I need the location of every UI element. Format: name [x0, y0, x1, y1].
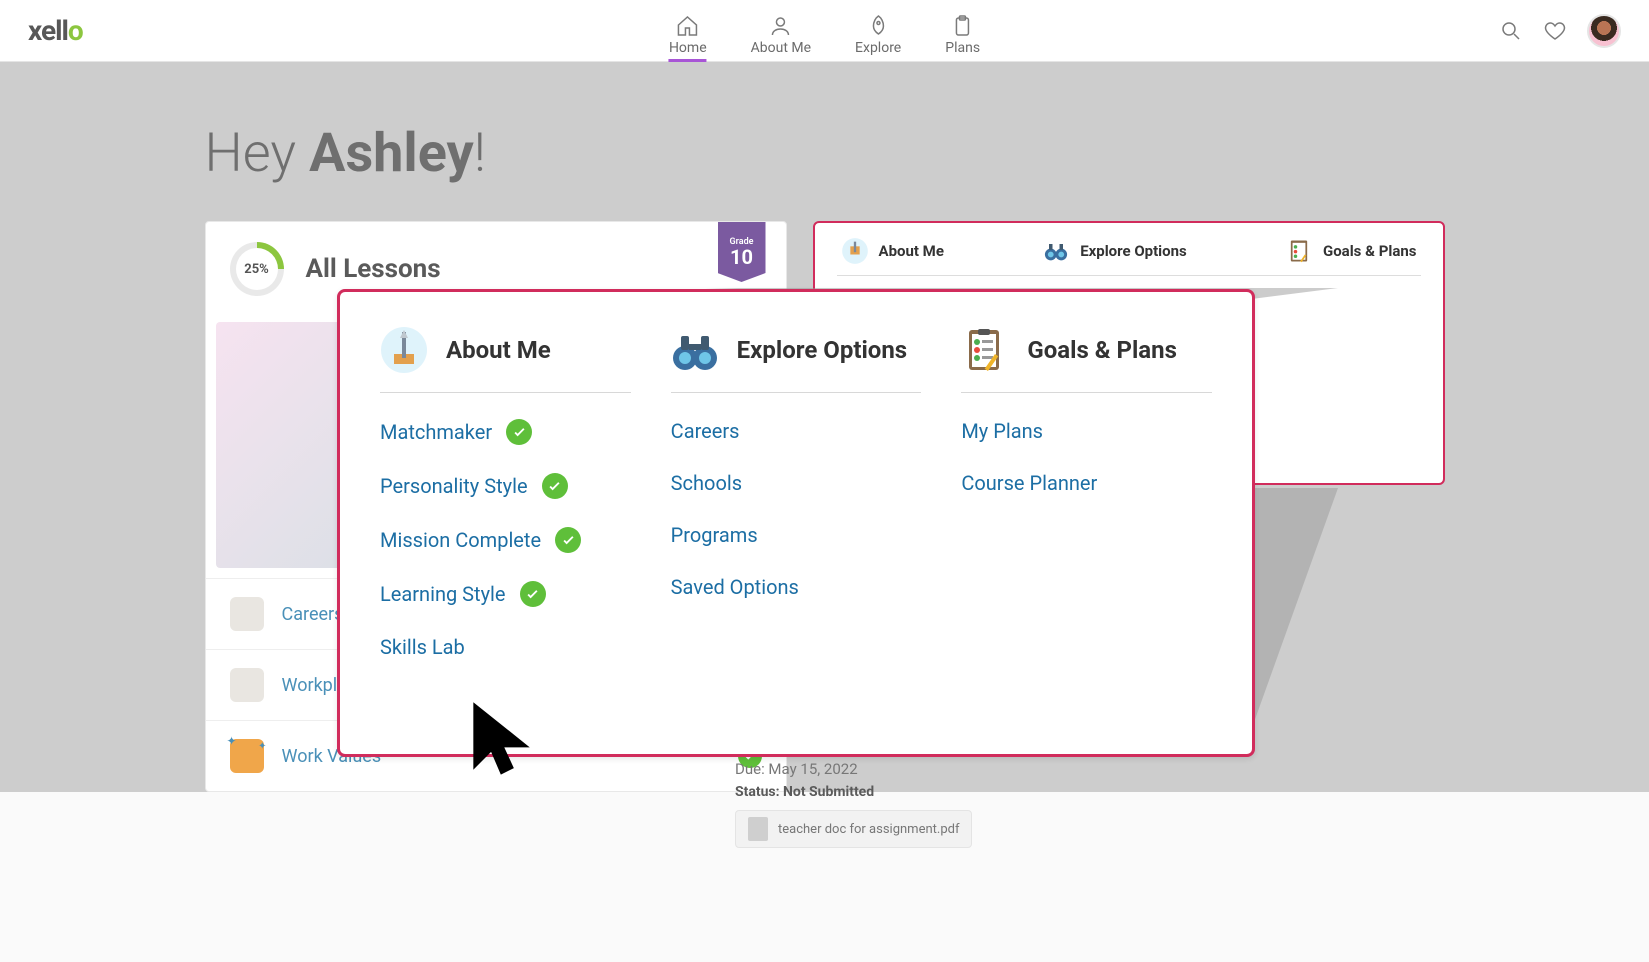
quick-about-me[interactable]: About Me	[841, 237, 944, 265]
check-icon	[555, 527, 581, 553]
popover-goals-head: Goals & Plans	[961, 326, 1212, 393]
checklist-icon	[961, 326, 1009, 374]
link-matchmaker[interactable]: Matchmaker	[380, 419, 631, 445]
grade-number: 10	[730, 247, 753, 267]
assignment-file-chip[interactable]: teacher doc for assignment.pdf	[735, 810, 972, 848]
popover-col-goals: Goals & Plans My Plans Course Planner	[961, 326, 1212, 687]
greeting: Hey Ashley!	[205, 122, 1445, 185]
nav-home[interactable]: Home	[669, 0, 707, 61]
about-me-icon	[841, 237, 869, 265]
home-icon	[676, 14, 700, 38]
assignment-status: Status: Not Submitted	[735, 784, 1315, 800]
popover-col-about: About Me Matchmaker Personality Style Mi…	[380, 326, 631, 687]
greeting-prefix: Hey	[205, 122, 310, 185]
link-label: Mission Complete	[380, 528, 541, 552]
file-name: teacher doc for assignment.pdf	[778, 822, 959, 837]
nav-about-label: About Me	[751, 40, 811, 56]
heart-icon[interactable]	[1543, 19, 1567, 43]
link-label: Programs	[671, 523, 758, 547]
link-skills-lab[interactable]: Skills Lab	[380, 635, 631, 659]
clipboard-icon	[951, 14, 975, 38]
link-learning-style[interactable]: Learning Style	[380, 581, 631, 607]
progress-ring: 25%	[230, 242, 284, 296]
greeting-name: Ashley	[309, 122, 474, 185]
quick-access-headers: About Me Explore Options Goals & Plans	[837, 237, 1421, 265]
link-careers[interactable]: Careers	[671, 419, 922, 443]
link-saved-options[interactable]: Saved Options	[671, 575, 922, 599]
divider	[837, 275, 1421, 276]
cursor-icon	[465, 699, 545, 779]
link-mission-complete[interactable]: Mission Complete	[380, 527, 631, 553]
link-label: Schools	[671, 471, 742, 495]
popover-about-head: About Me	[380, 326, 631, 393]
nav-plans-label: Plans	[945, 40, 980, 56]
document-icon	[748, 817, 768, 841]
link-label: Skills Lab	[380, 635, 465, 659]
link-personality-style[interactable]: Personality Style	[380, 473, 631, 499]
grade-badge: Grade 10	[718, 222, 766, 282]
topbar: xello Home About Me Explore Plans	[0, 0, 1649, 62]
popover-col-title: Goals & Plans	[1027, 336, 1177, 364]
popover-col-title: About Me	[446, 336, 551, 364]
link-label: My Plans	[961, 419, 1043, 443]
check-icon	[520, 581, 546, 607]
link-course-planner[interactable]: Course Planner	[961, 471, 1212, 495]
quick-access-popover: About Me Matchmaker Personality Style Mi…	[337, 289, 1255, 757]
briefcase-icon: ✦ ✦	[230, 739, 264, 773]
popover-col-title: Explore Options	[737, 336, 907, 364]
quick-explore-label: Explore Options	[1080, 242, 1187, 260]
check-icon	[506, 419, 532, 445]
about-me-icon	[380, 326, 428, 374]
link-my-plans[interactable]: My Plans	[961, 419, 1212, 443]
link-schools[interactable]: Schools	[671, 471, 922, 495]
link-label: Course Planner	[961, 471, 1097, 495]
checklist-icon	[1285, 237, 1313, 265]
link-programs[interactable]: Programs	[671, 523, 922, 547]
check-icon	[542, 473, 568, 499]
popover-col-explore: Explore Options Careers Schools Programs…	[671, 326, 922, 687]
greeting-suffix: !	[474, 122, 486, 185]
link-label: Learning Style	[380, 582, 506, 606]
link-label: Personality Style	[380, 474, 528, 498]
logo[interactable]: xello	[28, 14, 83, 47]
top-nav: Home About Me Explore Plans	[669, 0, 980, 61]
assignment-block: Due: May 15, 2022 Status: Not Submitted …	[735, 760, 1315, 848]
person-icon	[769, 14, 793, 38]
quick-about-label: About Me	[879, 242, 944, 260]
link-label: Careers	[671, 419, 740, 443]
binoculars-icon	[671, 326, 719, 374]
binoculars-icon	[1042, 237, 1070, 265]
popover-explore-head: Explore Options	[671, 326, 922, 393]
nav-plans[interactable]: Plans	[945, 0, 980, 61]
search-icon[interactable]	[1499, 19, 1523, 43]
nav-home-label: Home	[669, 40, 707, 56]
link-label: Matchmaker	[380, 420, 492, 444]
progress-percent: 25%	[236, 248, 278, 290]
quick-goals[interactable]: Goals & Plans	[1285, 237, 1417, 265]
nav-explore[interactable]: Explore	[855, 0, 901, 61]
quick-goals-label: Goals & Plans	[1323, 242, 1417, 260]
hands-icon	[230, 668, 264, 702]
rocket-icon	[866, 14, 890, 38]
link-label: Saved Options	[671, 575, 799, 599]
avatar[interactable]	[1587, 14, 1621, 48]
assignment-due: Due: May 15, 2022	[735, 760, 1315, 778]
lessons-title: All Lessons	[306, 254, 441, 284]
quick-explore[interactable]: Explore Options	[1042, 237, 1187, 265]
nav-explore-label: Explore	[855, 40, 901, 56]
topbar-right	[1499, 14, 1621, 48]
piggybank-icon	[230, 597, 264, 631]
nav-about[interactable]: About Me	[751, 0, 811, 61]
